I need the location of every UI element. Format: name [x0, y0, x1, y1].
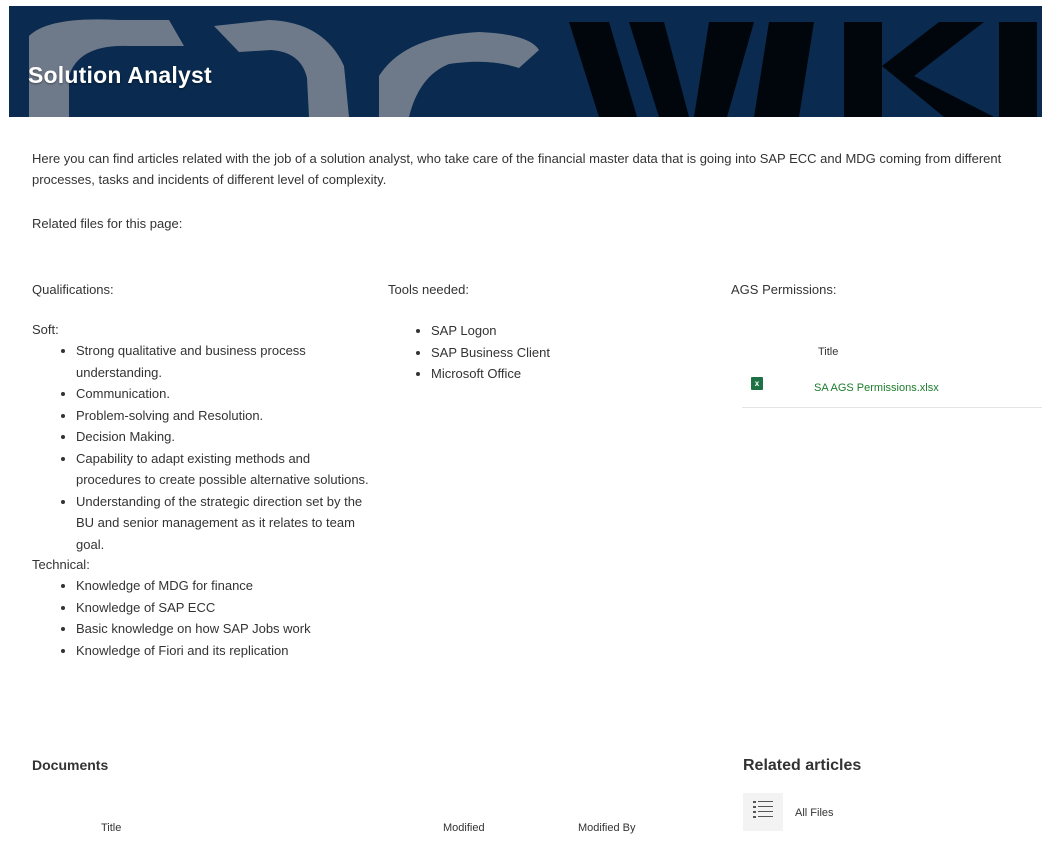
ags-file-link[interactable]: SA AGS Permissions.xlsx	[814, 382, 939, 394]
technical-skills-label: Technical:	[32, 557, 90, 572]
list-item: SAP Logon	[431, 320, 688, 342]
list-item: Knowledge of MDG for finance	[76, 575, 372, 597]
list-item: Problem-solving and Resolution.	[76, 405, 372, 427]
ags-heading: AGS Permissions:	[731, 282, 837, 297]
list-item: Knowledge of SAP ECC	[76, 597, 372, 619]
tools-section: Tools needed: SAP Logon SAP Business Cli…	[388, 280, 688, 385]
list-item: Communication.	[76, 383, 372, 405]
ags-permissions-section: AGS Permissions:	[731, 280, 1042, 320]
page-title: Solution Analyst	[28, 62, 212, 88]
technical-skills-list: Knowledge of MDG for finance Knowledge o…	[32, 575, 372, 661]
column-header-modified-by[interactable]: Modified By	[578, 822, 635, 834]
documents-heading: Documents	[32, 757, 109, 773]
excel-file-icon: x	[751, 377, 763, 390]
list-item: Microsoft Office	[431, 363, 688, 385]
list-item: Basic knowledge on how SAP Jobs work	[76, 618, 372, 640]
list-item: Strong qualitative and business process …	[76, 340, 372, 383]
ags-file-row[interactable]: x SA AGS Permissions.xlsx	[742, 370, 1042, 408]
related-article-item[interactable]: All Files	[743, 793, 943, 833]
qualifications-heading: Qualifications:	[32, 282, 114, 297]
list-item: Understanding of the strategic direction…	[76, 491, 372, 556]
related-files-label: Related files for this page:	[32, 216, 183, 231]
list-icon	[743, 793, 783, 831]
qualifications-section: Qualifications: Soft: Strong qualitative…	[32, 280, 372, 661]
list-item: Capability to adapt existing methods and…	[76, 448, 372, 491]
related-articles-heading: Related articles	[743, 757, 862, 774]
soft-skills-list: Strong qualitative and business process …	[32, 340, 372, 555]
ags-library-header: Title	[742, 340, 1042, 368]
tools-list: SAP Logon SAP Business Client Microsoft …	[388, 320, 688, 385]
list-item: Knowledge of Fiori and its replication	[76, 640, 372, 662]
intro-text: Here you can find articles related with …	[32, 151, 1002, 187]
related-article-label[interactable]: All Files	[795, 807, 834, 819]
column-header-title[interactable]: Title	[101, 822, 121, 834]
column-header-title[interactable]: Title	[818, 346, 838, 358]
page-banner: Solution Analyst	[9, 6, 1042, 117]
list-item: Decision Making.	[76, 426, 372, 448]
list-item: SAP Business Client	[431, 342, 688, 364]
tools-heading: Tools needed:	[388, 282, 469, 297]
soft-skills-label: Soft:	[32, 322, 59, 337]
column-header-modified[interactable]: Modified	[443, 822, 485, 834]
